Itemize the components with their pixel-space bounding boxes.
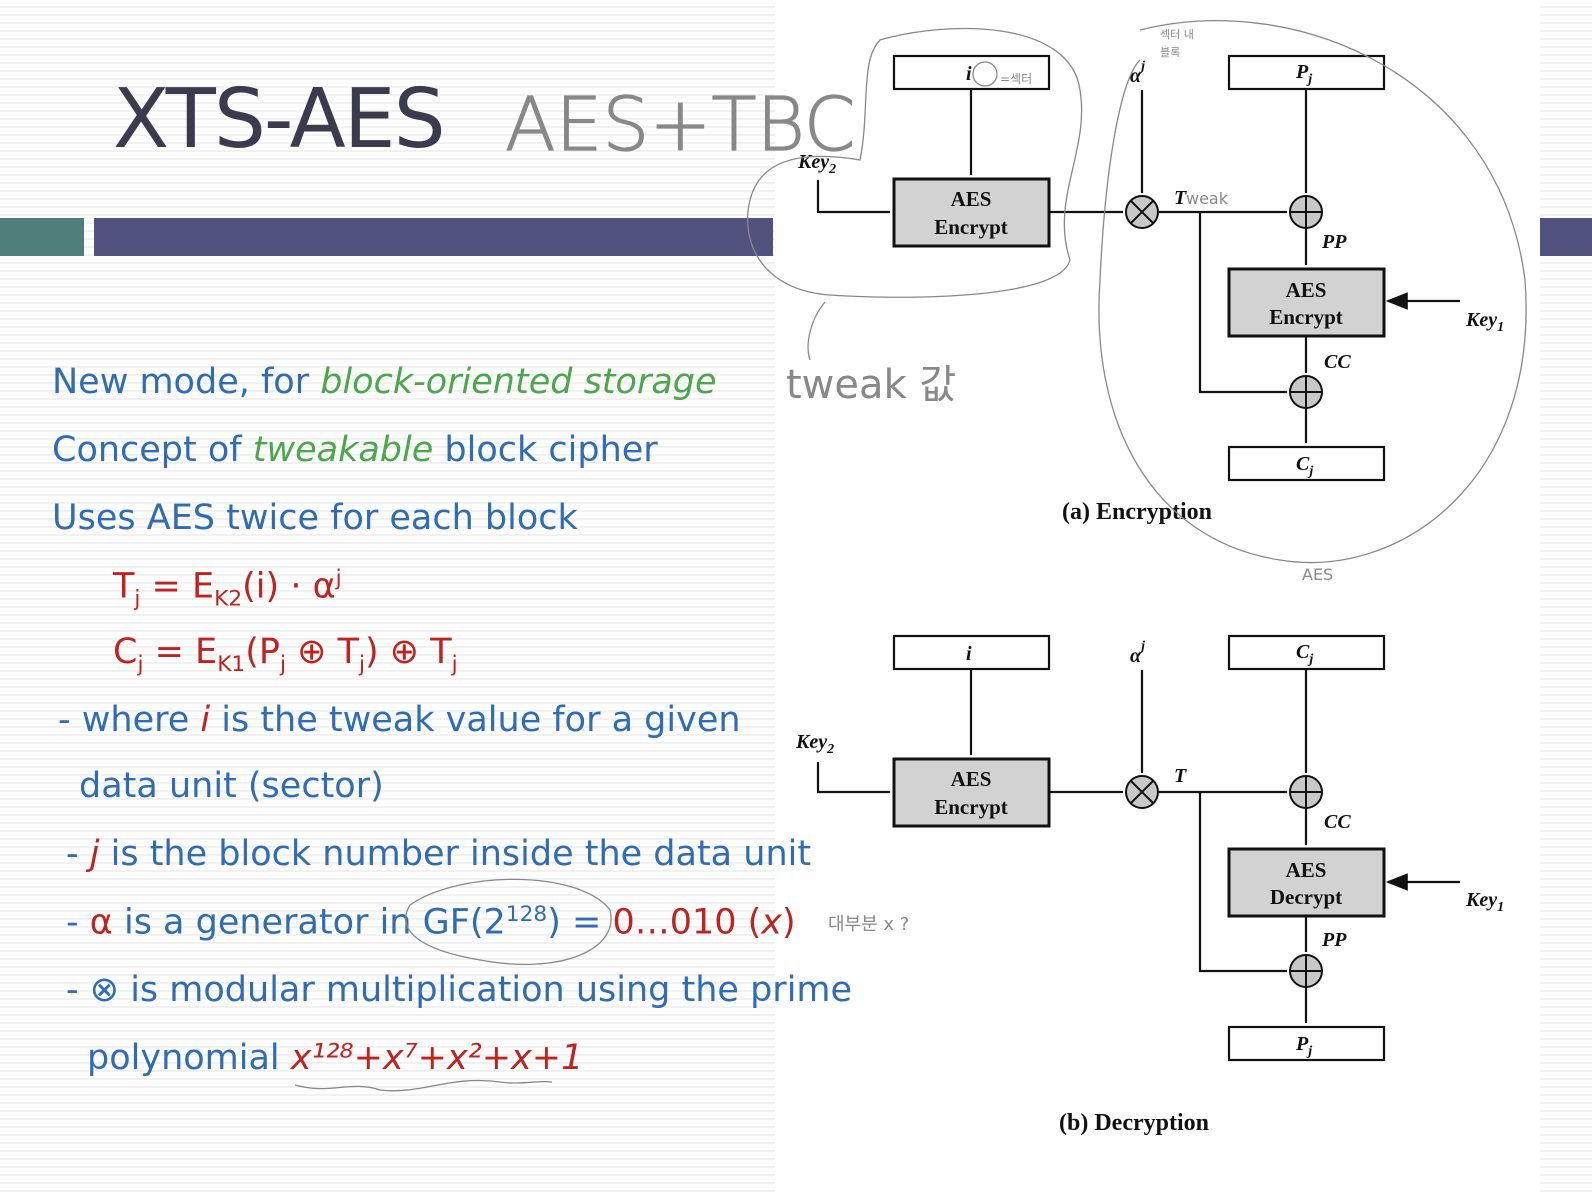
dec-xor-icon: [1289, 775, 1323, 809]
dec-multiply-icon: [1125, 775, 1159, 809]
svg-text:섹터 내: 섹터 내: [1160, 28, 1194, 41]
enc-multiply-icon: [1125, 195, 1159, 229]
svg-text:T: T: [1174, 765, 1187, 787]
svg-text:PP: PP: [1321, 929, 1347, 951]
svg-text:(b) Decryption: (b) Decryption: [1059, 1110, 1209, 1136]
svg-text:CC: CC: [1324, 811, 1351, 833]
svg-text:i: i: [966, 643, 972, 665]
xts-diagram: i AES Encrypt Key2 αj T Pj PP AES Encryp…: [294, 20, 1527, 1136]
svg-text:(a) Encryption: (a) Encryption: [1062, 499, 1212, 525]
svg-text:AES+TBC: AES+TBC: [505, 82, 855, 168]
dec-xor-icon: [1289, 954, 1323, 988]
svg-text:블록: 블록: [1160, 46, 1180, 59]
svg-text:AES: AES: [1286, 858, 1327, 882]
svg-text:Key1: Key1: [1465, 889, 1504, 915]
svg-text:Encrypt: Encrypt: [1269, 305, 1343, 329]
svg-text:대부분 x ?: 대부분 x ?: [828, 914, 909, 935]
svg-text:Key2: Key2: [795, 731, 834, 757]
svg-text:Encrypt: Encrypt: [934, 215, 1008, 239]
svg-text:AES: AES: [951, 187, 992, 211]
svg-text:tweak 값: tweak 값: [786, 362, 956, 408]
svg-text:PP: PP: [1321, 231, 1347, 253]
svg-text:Encrypt: Encrypt: [934, 795, 1008, 819]
svg-text:CC: CC: [1324, 351, 1351, 373]
enc-xor-icon: [1289, 195, 1323, 229]
svg-text:=섹터: =섹터: [1000, 72, 1032, 86]
svg-text:AES: AES: [1286, 278, 1327, 302]
svg-text:αj: αj: [1130, 639, 1145, 667]
enc-xor-icon: [1289, 375, 1323, 409]
svg-text:Decrypt: Decrypt: [1270, 885, 1342, 909]
svg-text:AES: AES: [1302, 565, 1333, 584]
svg-text:Key1: Key1: [1465, 309, 1504, 335]
svg-text:AES: AES: [951, 767, 992, 791]
svg-text:weak: weak: [1186, 189, 1229, 208]
svg-text:i: i: [966, 63, 972, 85]
